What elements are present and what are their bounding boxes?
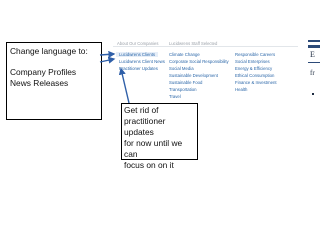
- note-line-4: focus on on it: [124, 160, 174, 170]
- practitioner-updates-callout: Get rid of practitioner updates for now …: [121, 103, 198, 170]
- arrow-to-practitioner-updates: [118, 67, 130, 104]
- note-line-1: Get rid of: [124, 105, 159, 115]
- slide-canvas: Change language to: Company Profiles New…: [0, 0, 320, 240]
- arrow-to-clients: [99, 50, 116, 58]
- note-line-3: for now until we can: [124, 138, 183, 159]
- arrow-to-client-news: [99, 56, 116, 64]
- note-line-2: practitioner updates: [124, 116, 166, 137]
